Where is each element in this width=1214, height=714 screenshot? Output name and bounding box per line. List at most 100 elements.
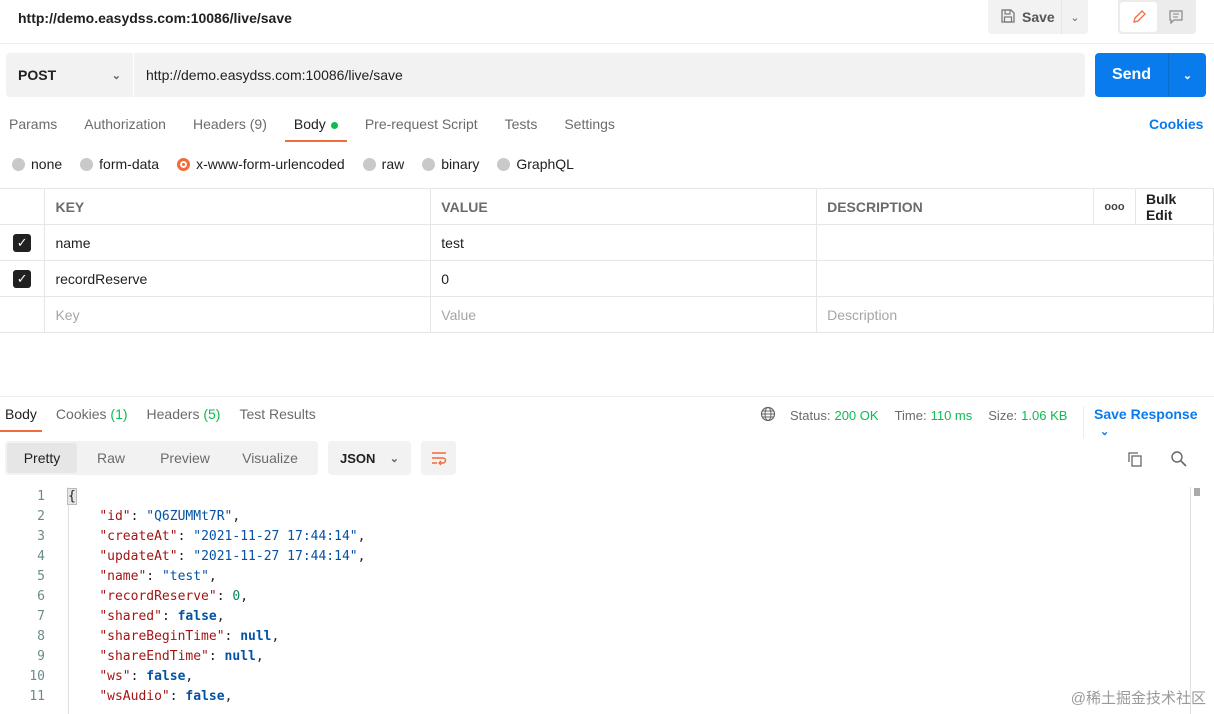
json-value: null (224, 649, 256, 664)
json-value: false (185, 689, 225, 704)
json-key: "updateAt" (99, 549, 178, 564)
json-value: "2021-11-27 17:44:14" (193, 529, 358, 544)
json-key: "shared" (99, 609, 162, 624)
description-cell[interactable] (816, 260, 1214, 297)
divider[interactable] (0, 396, 1214, 397)
tab-response-body[interactable]: Body (0, 400, 46, 432)
copy-icon[interactable] (1126, 450, 1144, 471)
response-tabs: Body Cookies (1) Headers (5) Test Result… (0, 400, 330, 432)
pencil-icon[interactable] (1120, 2, 1157, 32)
code-line: 8 "shareBeginTime": null, (0, 627, 365, 647)
request-title: http://demo.easydss.com:10086/live/save (18, 10, 292, 26)
row-checkbox[interactable]: ✓ (13, 269, 32, 288)
mode-preview[interactable]: Preview (145, 443, 225, 473)
mode-pretty[interactable]: Pretty (7, 443, 77, 473)
watermark: @稀土掘金技术社区 (1070, 690, 1206, 707)
request-tabs: Params Authorization Headers (9) Body Pr… (0, 110, 633, 142)
tab-settings[interactable]: Settings (555, 110, 624, 142)
send-options-chevron-icon[interactable]: ⌄ (1169, 53, 1206, 97)
table-row-new: Key Value Description (0, 296, 1214, 333)
row-checkbox[interactable]: ✓ (13, 233, 32, 252)
value-cell[interactable]: 0 (430, 260, 818, 297)
response-code-viewer[interactable]: 1{2 "id": "Q6ZUMMt7R", 3 "createAt": "202… (0, 487, 365, 707)
tab-response-cookies[interactable]: Cookies (1) (51, 400, 137, 432)
table-header-row: KEY VALUE DESCRIPTION ooo Bulk Edit (0, 188, 1214, 225)
tab-tests[interactable]: Tests (496, 110, 547, 142)
description-cell[interactable] (816, 224, 1214, 261)
radio-binary[interactable]: binary (422, 156, 479, 172)
code-line: 6 "recordReserve": 0, (0, 587, 365, 607)
mode-raw[interactable]: Raw (77, 443, 145, 473)
tab-response-headers[interactable]: Headers (5) (142, 400, 230, 432)
key-cell[interactable]: recordReserve (44, 260, 432, 297)
save-button[interactable]: Save (988, 0, 1062, 34)
tab-params[interactable]: Params (0, 110, 66, 142)
json-key: "recordReserve" (99, 589, 217, 604)
line-number: 3 (37, 529, 45, 544)
json-value: "2021-11-27 17:44:14" (193, 549, 358, 564)
json-key: "name" (99, 569, 147, 584)
cookies-link[interactable]: Cookies (1149, 116, 1203, 132)
table-row: ✓ recordReserve 0 (0, 260, 1214, 297)
bulk-edit-button[interactable]: Bulk Edit (1134, 188, 1214, 225)
code-line: 3 "createAt": "2021-11-27 17:44:14", (0, 527, 365, 547)
description-input[interactable]: Description (816, 296, 1214, 333)
value-input[interactable]: Value (430, 296, 818, 333)
line-number: 8 (37, 629, 45, 644)
search-icon[interactable] (1170, 450, 1188, 471)
json-value: false (177, 609, 217, 624)
params-table: KEY VALUE DESCRIPTION ooo Bulk Edit ✓ na… (0, 188, 1214, 333)
tab-test-results[interactable]: Test Results (234, 400, 324, 432)
tab-authorization[interactable]: Authorization (75, 110, 175, 142)
json-key: "id" (99, 509, 131, 524)
more-options-icon[interactable]: ooo (1092, 188, 1136, 225)
code-line: 1{ (0, 487, 365, 507)
response-time[interactable]: 110 ms (931, 408, 973, 423)
json-value: false (146, 669, 186, 684)
code-line: 10 "ws": false, (0, 667, 365, 687)
method-select[interactable]: POST ⌄ (6, 53, 133, 97)
send-button-group: Send ⌄ (1095, 53, 1206, 97)
code-line: 2 "id": "Q6ZUMMt7R", (0, 507, 365, 527)
line-number: 2 (37, 509, 45, 524)
view-mode-selector: Pretty Raw Preview Visualize (5, 441, 318, 475)
save-response-button[interactable]: Save Response ⌄ (1083, 406, 1214, 438)
mode-visualize[interactable]: Visualize (225, 443, 315, 473)
json-key: "wsAudio" (99, 689, 170, 704)
comment-icon[interactable] (1157, 2, 1194, 32)
radio-none[interactable]: none (12, 156, 62, 172)
json-key: "ws" (99, 669, 131, 684)
response-size[interactable]: 1.06 KB (1021, 408, 1067, 423)
json-brace: { (67, 488, 77, 505)
json-key: "shareBeginTime" (99, 629, 225, 644)
save-options-chevron-icon[interactable]: ⌄ (1062, 11, 1088, 24)
code-line: 7 "shared": false, (0, 607, 365, 627)
radio-form-data[interactable]: form-data (80, 156, 159, 172)
status-code[interactable]: 200 OK (834, 408, 878, 423)
chevron-down-icon: ⌄ (389, 452, 399, 465)
scrollbar[interactable] (1190, 487, 1191, 714)
json-value: null (240, 629, 272, 644)
send-button[interactable]: Send (1095, 53, 1169, 97)
radio-graphql[interactable]: GraphQL (497, 156, 574, 172)
table-row: ✓ name test (0, 224, 1214, 261)
radio-x-www-form-urlencoded[interactable]: x-www-form-urlencoded (177, 156, 345, 172)
body-type-radios: none form-data x-www-form-urlencoded raw… (12, 156, 574, 172)
json-key: "createAt" (99, 529, 178, 544)
tab-headers[interactable]: Headers (9) (184, 110, 276, 142)
tab-body[interactable]: Body (284, 110, 347, 142)
key-cell[interactable]: name (44, 224, 432, 261)
line-number: 5 (37, 569, 45, 584)
line-number: 1 (37, 489, 45, 504)
wrap-lines-icon[interactable] (421, 441, 456, 475)
url-input[interactable]: http://demo.easydss.com:10086/live/save (134, 53, 1085, 97)
globe-icon[interactable] (760, 406, 776, 425)
key-input[interactable]: Key (44, 296, 432, 333)
line-number: 6 (37, 589, 45, 604)
line-number: 11 (29, 689, 45, 704)
value-cell[interactable]: test (430, 224, 818, 261)
tab-pre-request-script[interactable]: Pre-request Script (356, 110, 487, 142)
scrollbar-thumb[interactable] (1194, 488, 1200, 496)
radio-raw[interactable]: raw (362, 156, 404, 172)
format-select[interactable]: JSON ⌄ (328, 441, 411, 475)
